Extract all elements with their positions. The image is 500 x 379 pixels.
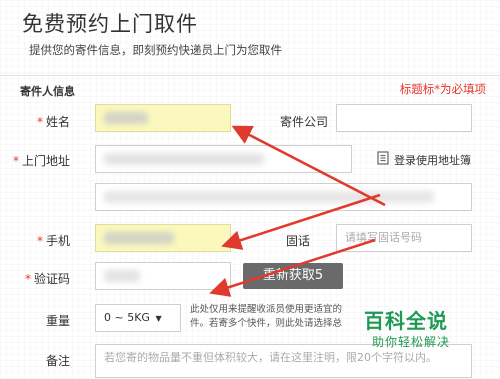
annotation-arrows — [209, 125, 386, 297]
arrow-to-phone — [221, 193, 381, 250]
arrow-to-name — [231, 125, 386, 207]
arrow-to-captcha — [209, 238, 376, 297]
